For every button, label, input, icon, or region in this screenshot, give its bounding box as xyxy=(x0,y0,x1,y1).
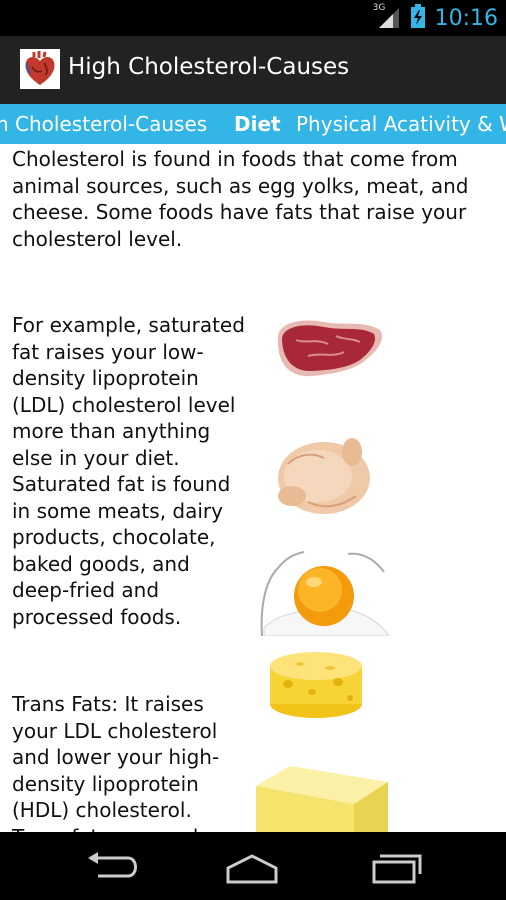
text-line: fat raises your low- xyxy=(12,339,204,364)
signal-icon: 3G xyxy=(372,3,401,30)
text-line: For example, saturated xyxy=(12,313,245,337)
recent-apps-icon[interactable] xyxy=(368,850,428,884)
text-line: Trans Fats: It raises xyxy=(12,692,204,716)
battery-charging-icon xyxy=(410,4,425,32)
egg-image xyxy=(258,544,390,640)
tab-strip[interactable]: h Cholesterol-Causes Diet Physical Acati… xyxy=(0,104,506,144)
intro-paragraph: Cholesterol is found in foods that come … xyxy=(12,146,468,252)
text-line: baked goods, and xyxy=(12,551,190,576)
text-line: Cholesterol is found in foods that come … xyxy=(12,147,458,171)
butter-image xyxy=(250,758,394,832)
tab-physical-activity[interactable]: Physical Acativity & W xyxy=(296,112,506,136)
clock: 10:16 xyxy=(434,5,498,31)
text-line: more than anything xyxy=(12,419,211,443)
text-line: density lipoprotein xyxy=(12,366,199,390)
home-icon[interactable] xyxy=(222,850,282,884)
app-title: High Cholesterol-Causes xyxy=(68,54,350,80)
text-line: animal sources, such as egg yolks, meat,… xyxy=(12,173,469,198)
status-bar: 3G 10:16 xyxy=(0,0,506,36)
tab-cholesterol-causes[interactable]: h Cholesterol-Causes xyxy=(0,112,207,136)
text-line: processed foods. xyxy=(12,604,182,629)
text-line: products, chocolate, xyxy=(12,525,216,549)
heart-icon[interactable] xyxy=(20,49,60,89)
text-line: Trans fats are made xyxy=(12,824,219,833)
status-icons: 3G 10:16 xyxy=(372,0,498,36)
text-line: deep-fried and xyxy=(12,578,160,602)
text-line: your LDL cholesterol xyxy=(12,718,218,743)
text-line: and lower your high- xyxy=(12,745,220,769)
steak-image xyxy=(272,314,386,386)
text-line: density lipoprotein xyxy=(12,771,199,796)
action-bar: High Cholesterol-Causes xyxy=(0,36,506,104)
network-type: 3G xyxy=(372,3,386,13)
text-line: in some meats, dairy xyxy=(12,498,223,523)
text-line: else in your diet. xyxy=(12,445,180,470)
text-line: (HDL) cholesterol. xyxy=(12,798,192,822)
text-line: Saturated fat is found xyxy=(12,472,231,496)
tab-diet[interactable]: Diet xyxy=(234,112,281,136)
navigation-bar xyxy=(0,832,506,900)
text-line: (LDL) cholesterol level xyxy=(12,392,236,417)
cheese-image xyxy=(266,648,366,726)
chicken-image xyxy=(268,424,376,526)
content-area[interactable]: Cholesterol is found in foods that come … xyxy=(0,144,506,832)
text-line: cheese. Some foods have fats that raise … xyxy=(12,200,467,224)
trans-fat-paragraph: Trans Fats: It raises your LDL cholester… xyxy=(12,691,219,832)
text-line: cholesterol level. xyxy=(12,226,183,251)
saturated-fat-paragraph: For example, saturated fat raises your l… xyxy=(12,312,245,630)
back-icon[interactable] xyxy=(84,850,144,884)
